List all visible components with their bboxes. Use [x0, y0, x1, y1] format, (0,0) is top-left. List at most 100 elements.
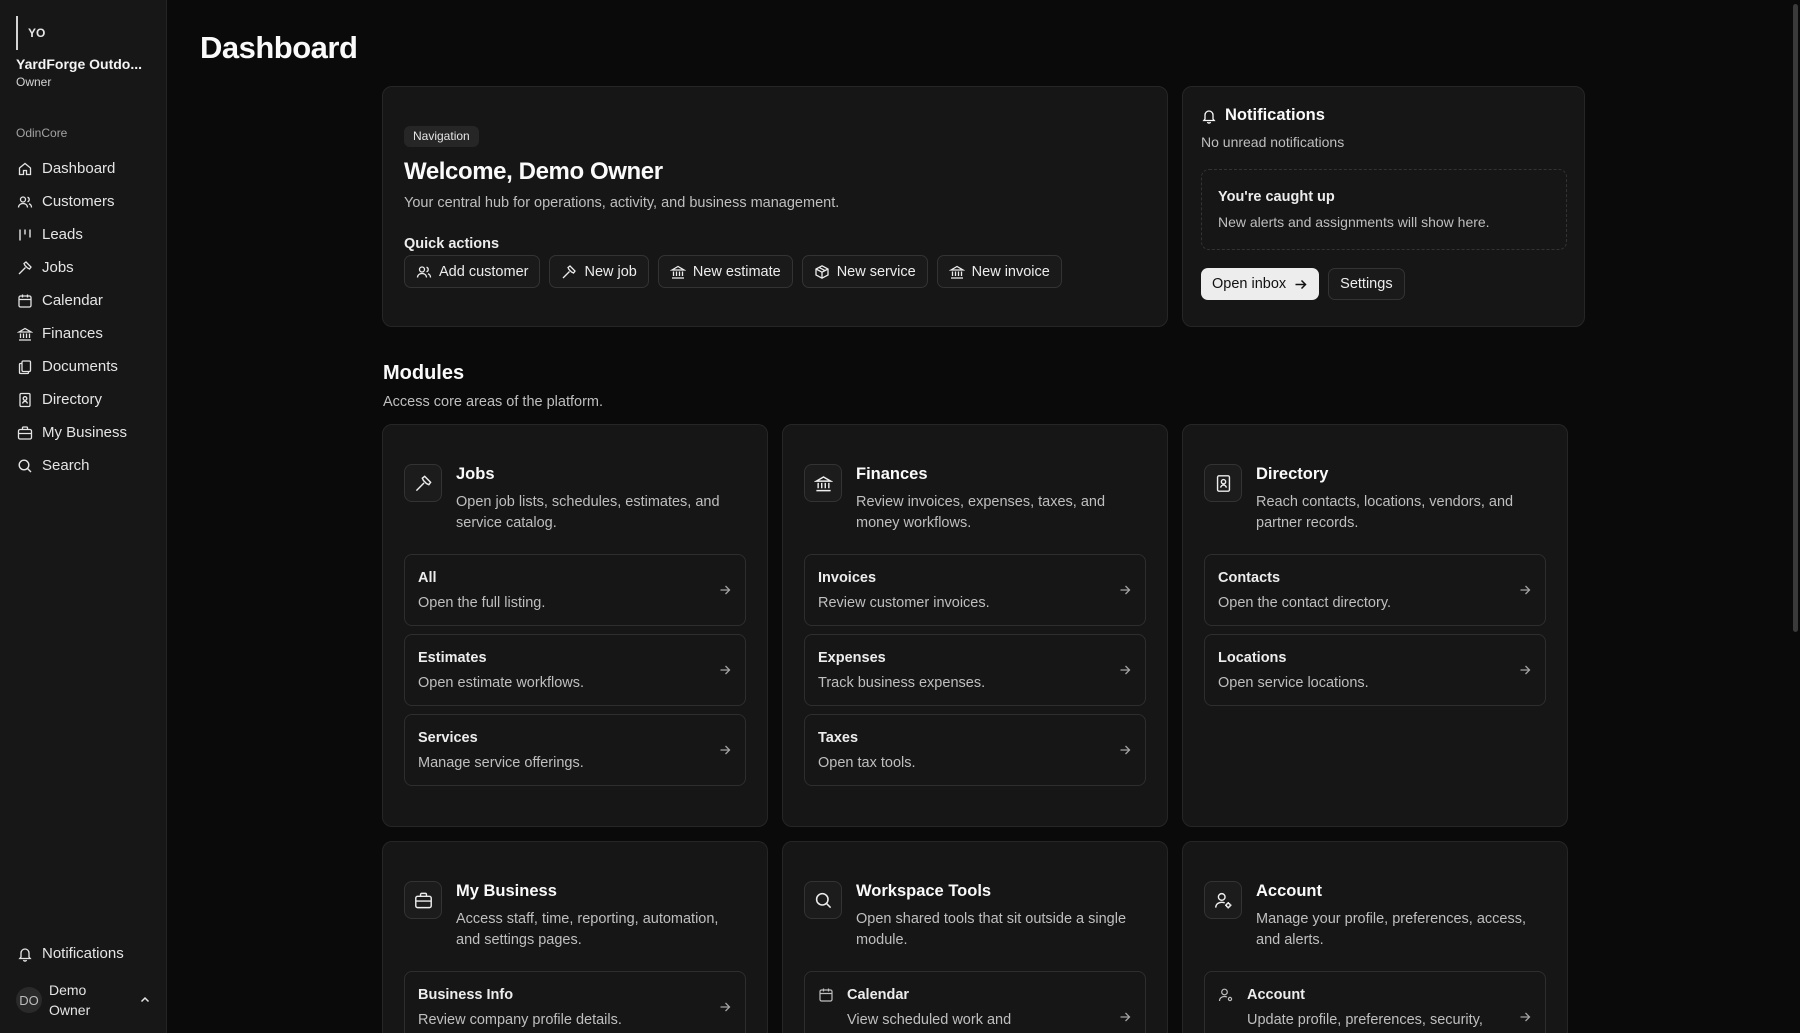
module-card-jobs: Jobs Open job lists, schedules, estimate… — [382, 424, 768, 827]
sidebar-item-label: Finances — [42, 325, 103, 342]
button-label: New estimate — [692, 263, 781, 280]
sidebar-item-search[interactable]: Search — [8, 449, 158, 482]
module-description: Manage your profile, preferences, access… — [1256, 911, 1526, 948]
quick-actions-label: Quick actions — [404, 236, 500, 252]
new-service-button[interactable]: New service — [801, 255, 928, 288]
sidebar-item-documents[interactable]: Documents — [8, 350, 158, 383]
module-link-estimates[interactable]: Estimates Open estimate workflows. — [404, 634, 746, 706]
users-icon — [17, 195, 33, 208]
button-label: New invoice — [971, 263, 1050, 280]
module-link-invoices[interactable]: Invoices Review customer invoices. — [804, 554, 1146, 626]
arrow-right-icon — [720, 1002, 731, 1012]
arrow-right-icon — [1120, 585, 1131, 595]
settings-button[interactable]: Settings — [1328, 268, 1405, 300]
org-switcher[interactable]: YO YardForge Outdo... Owner — [16, 16, 156, 89]
new-invoice-button[interactable]: New invoice — [936, 255, 1062, 288]
empty-state-text: New alerts and assignments will show her… — [1218, 214, 1490, 230]
page-scrollbar[interactable] — [1792, 0, 1800, 1033]
module-links: Invoices Review customer invoices. Expen… — [804, 554, 1146, 794]
link-description: Update profile, preferences, security, — [1247, 1012, 1483, 1028]
sidebar-item-label: Search — [42, 457, 90, 474]
link-title: Expenses — [818, 650, 886, 666]
welcome-title: Welcome, Demo Owner — [404, 158, 663, 185]
arrow-right-icon — [1120, 1012, 1131, 1022]
link-title: Calendar — [847, 987, 910, 1003]
link-title: Services — [418, 730, 478, 746]
module-icon-box — [1204, 881, 1242, 919]
new-job-button[interactable]: New job — [549, 255, 649, 288]
scrollbar-thumb[interactable] — [1793, 4, 1798, 632]
bank-icon — [17, 327, 33, 341]
module-card-directory: Directory Reach contacts, locations, ven… — [1182, 424, 1568, 827]
new-estimate-button[interactable]: New estimate — [657, 255, 793, 288]
button-label: New service — [836, 263, 916, 280]
sidebar-item-dashboard[interactable]: Dashboard — [8, 152, 158, 185]
sidebar-item-my-business[interactable]: My Business — [8, 416, 158, 449]
add-customer-button[interactable]: Add customer — [404, 255, 541, 288]
module-icon-box — [404, 881, 442, 919]
sidebar-item-notifications[interactable]: Notifications — [8, 937, 158, 970]
module-icon-box — [404, 464, 442, 502]
sidebar-item-jobs[interactable]: Jobs — [8, 251, 158, 284]
button-label: Add customer — [439, 263, 529, 280]
home-icon — [18, 162, 32, 175]
chevron-up-icon — [140, 996, 150, 1003]
module-link-expenses[interactable]: Expenses Track business expenses. — [804, 634, 1146, 706]
hammer-icon — [18, 260, 32, 274]
module-link-account[interactable]: Account Update profile, preferences, sec… — [1204, 971, 1546, 1033]
link-title: Contacts — [1218, 570, 1281, 586]
sidebar-nav: Dashboard Customers Leads Jobs Calendar … — [8, 152, 158, 482]
calendar-icon — [819, 988, 833, 1002]
button-label: Open inbox — [1212, 276, 1287, 292]
sidebar-item-label: Leads — [42, 226, 83, 243]
link-title: Invoices — [818, 570, 877, 586]
module-title: Directory — [1256, 465, 1329, 483]
notifications-subtitle: No unread notifications — [1201, 134, 1345, 150]
sidebar-item-directory[interactable]: Directory — [8, 383, 158, 416]
arrow-right-icon — [1520, 1012, 1531, 1022]
link-title: Locations — [1218, 650, 1287, 666]
welcome-subtitle: Your central hub for operations, activit… — [404, 195, 840, 211]
sidebar-item-label: Directory — [42, 391, 103, 408]
module-link-business-info[interactable]: Business Info Review company profile det… — [404, 971, 746, 1033]
user-name: Demo Owner — [49, 982, 91, 1018]
module-icon-box — [804, 464, 842, 502]
search-icon — [815, 892, 831, 908]
module-card-workspace-tools: Workspace Tools Open shared tools that s… — [782, 841, 1168, 1033]
module-link-contacts[interactable]: Contacts Open the contact directory. — [1204, 554, 1546, 626]
module-title: My Business — [456, 882, 557, 900]
module-link-locations[interactable]: Locations Open service locations. — [1204, 634, 1546, 706]
contact-book-icon — [1216, 474, 1230, 492]
empty-state: You're caught up New alerts and assignme… — [1201, 169, 1567, 250]
sidebar-item-calendar[interactable]: Calendar — [8, 284, 158, 317]
files-icon — [18, 359, 32, 374]
sidebar-item-label: Jobs — [42, 259, 74, 276]
arrow-right-icon — [1520, 585, 1531, 595]
module-description: Access staff, time, reporting, automatio… — [456, 911, 719, 948]
link-description: Track business expenses. — [818, 675, 986, 691]
hammer-icon — [415, 474, 432, 491]
sidebar-item-label: Calendar — [42, 292, 103, 309]
sidebar-item-finances[interactable]: Finances — [8, 317, 158, 350]
arrow-right-icon — [1295, 279, 1307, 289]
arrow-right-icon — [1120, 745, 1131, 755]
user-menu[interactable]: DO Demo Owner — [16, 978, 152, 1022]
module-icon-box — [804, 881, 842, 919]
module-card-finances: Finances Review invoices, expenses, taxe… — [782, 424, 1168, 827]
module-link-services[interactable]: Services Manage service offerings. — [404, 714, 746, 786]
bell-icon — [1202, 109, 1216, 124]
module-link-taxes[interactable]: Taxes Open tax tools. — [804, 714, 1146, 786]
kanban-icon — [19, 229, 31, 240]
sidebar-item-leads[interactable]: Leads — [8, 218, 158, 251]
link-description: Open service locations. — [1218, 675, 1369, 691]
open-inbox-button[interactable]: Open inbox — [1201, 268, 1320, 300]
module-card-account: Account Manage your profile, preferences… — [1182, 841, 1568, 1033]
module-links: Calendar View scheduled work and — [804, 971, 1146, 1033]
bank-icon — [948, 265, 965, 279]
sidebar-item-customers[interactable]: Customers — [8, 185, 158, 218]
module-link-all[interactable]: All Open the full listing. — [404, 554, 746, 626]
calendar-icon — [18, 294, 32, 308]
notifications-heading: Notifications — [1201, 106, 1325, 125]
module-link-calendar[interactable]: Calendar View scheduled work and — [804, 971, 1146, 1033]
avatar: DO — [16, 987, 42, 1013]
